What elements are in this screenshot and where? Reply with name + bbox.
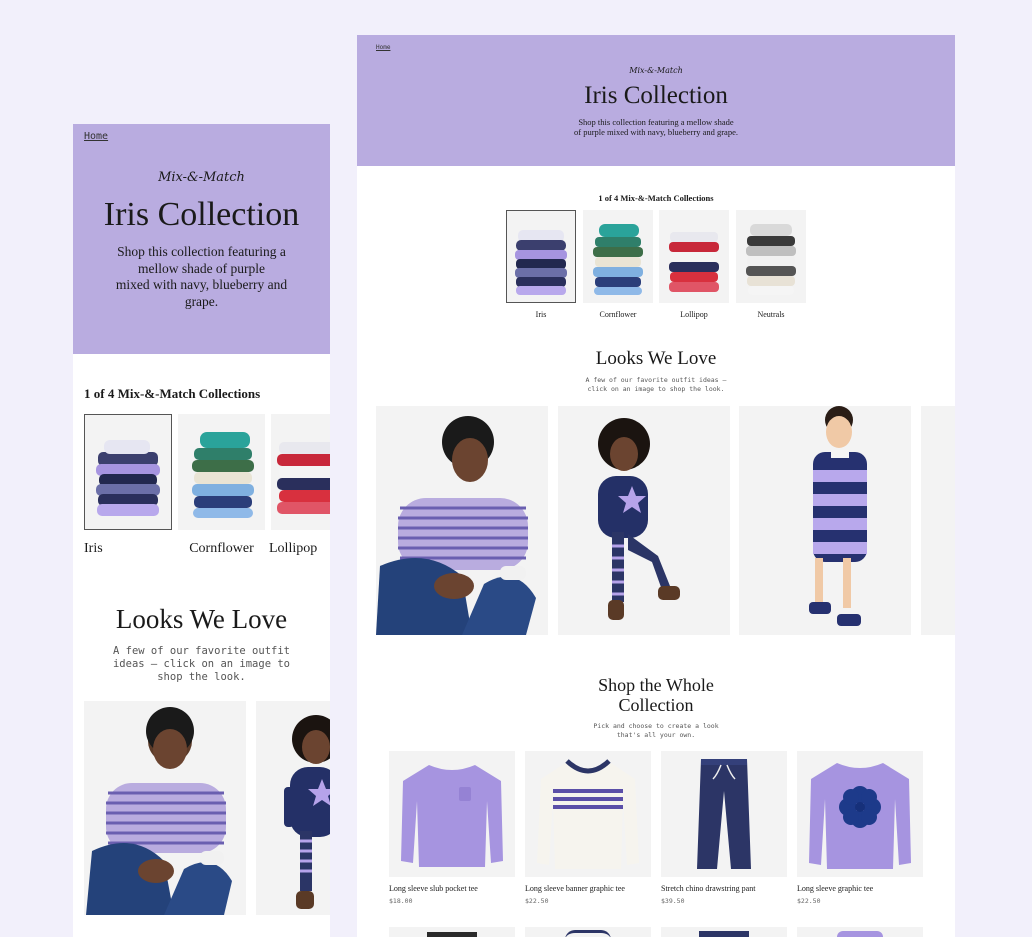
folded-stack-icon	[515, 230, 567, 295]
child-photo-icon	[284, 715, 330, 909]
hero-title: Iris Collection	[584, 82, 728, 109]
breadcrumb-home-link[interactable]: Home	[376, 44, 390, 51]
product-image-next-row[interactable]	[661, 927, 787, 937]
look-image-girl-star[interactable]	[256, 701, 330, 915]
hero-title: Iris Collection	[103, 196, 300, 233]
looks-title: Looks We Love	[115, 604, 288, 634]
collection-label[interactable]: Cornflower	[583, 310, 653, 319]
look-image-boy-striped[interactable]	[84, 701, 246, 915]
hero-intro-line: grape.	[184, 293, 219, 309]
folded-stack-icon	[96, 440, 160, 516]
product-name[interactable]: Long sleeve graphic tee	[797, 884, 873, 893]
product-price: $39.50	[661, 897, 685, 905]
shop-title-line: Shop the Whole	[598, 675, 714, 695]
collection-tile-cornflower[interactable]	[178, 414, 265, 530]
looks-subtitle-line: A few of our favorite outfit ideas —	[585, 376, 727, 384]
collection-tile-cornflower[interactable]	[583, 210, 653, 303]
looks-subtitle-line: A few of our favorite outfit	[112, 645, 290, 657]
looks-title: Looks We Love	[595, 348, 717, 369]
shop-title-line: Collection	[618, 695, 694, 715]
product-name[interactable]: Stretch chino drawstring pant	[661, 884, 755, 893]
tshirt-icon	[537, 759, 639, 869]
child-photo-icon	[86, 707, 232, 915]
hero-intro-line: mixed with navy, blueberry and	[115, 277, 288, 292]
collection-tile-neutrals[interactable]	[736, 210, 806, 303]
looks-subtitle-line: click on an image to shop the look.	[587, 384, 725, 393]
look-image-partial[interactable]	[921, 406, 955, 635]
mobile-hero: Home Mix-&-Match Iris Collection Shop th…	[73, 124, 330, 354]
product-image-next-row[interactable]	[525, 927, 651, 937]
collection-label[interactable]: Cornflower	[176, 541, 267, 557]
folded-stack-icon	[746, 224, 796, 295]
hero-intro: Shop this collection featuring a mellow …	[93, 244, 310, 310]
product-price: $18.00	[389, 897, 413, 905]
product-image-pocket-tee[interactable]	[389, 751, 515, 877]
pants-icon	[697, 759, 751, 869]
hero-kicker: Mix-&-Match	[158, 170, 245, 185]
product-image-banner-tee[interactable]	[525, 751, 651, 877]
collection-tile-iris[interactable]	[506, 210, 576, 303]
collection-tile-lollipop[interactable]	[271, 414, 330, 530]
look-image-girl-star[interactable]	[558, 406, 730, 635]
mobile-frame: Home Mix-&-Match Iris Collection Shop th…	[73, 124, 330, 937]
child-photo-icon	[376, 416, 536, 635]
product-image-chino-pant[interactable]	[661, 751, 787, 877]
collection-label[interactable]: Iris	[506, 310, 576, 319]
shop-subtitle-line: that's all your own.	[616, 730, 696, 739]
shop-title: Shop the Whole Collection	[357, 675, 955, 715]
collection-label[interactable]: Lollipop	[659, 310, 729, 319]
product-price: $22.50	[797, 897, 821, 905]
collection-label[interactable]: Iris	[84, 541, 103, 557]
tshirt-icon	[401, 765, 503, 867]
hero-intro: Shop this collection featuring a mellow …	[357, 117, 955, 137]
product-name[interactable]: Long sleeve slub pocket tee	[389, 884, 478, 893]
collection-label[interactable]: Lollipop	[269, 541, 317, 557]
desktop-hero: Home Mix-&-Match Iris Collection Shop th…	[357, 35, 955, 166]
child-photo-icon	[809, 406, 867, 626]
product-image-next-row[interactable]	[389, 927, 515, 937]
product-image-next-row[interactable]	[797, 927, 923, 937]
looks-subtitle: A few of our favorite outfit ideas — cli…	[357, 376, 955, 393]
collection-tile-lollipop[interactable]	[659, 210, 729, 303]
folded-stack-icon	[669, 232, 719, 292]
folded-stack-icon	[192, 432, 254, 518]
looks-subtitle-line: shop the look.	[157, 671, 246, 683]
collection-label[interactable]: Neutrals	[736, 310, 806, 319]
collections-count: 1 of 4 Mix-&-Match Collections	[84, 386, 261, 401]
hero-intro-line: mellow shade of purple	[137, 260, 266, 276]
product-image-graphic-tee[interactable]	[797, 751, 923, 877]
product-name[interactable]: Long sleeve banner graphic tee	[525, 884, 625, 893]
product-price: $22.50	[525, 897, 549, 905]
collections-count: 1 of 4 Mix-&-Match Collections	[598, 193, 714, 203]
folded-stack-icon	[593, 224, 643, 295]
shop-subtitle: Pick and choose to create a look that's …	[357, 722, 955, 739]
breadcrumb-home-link[interactable]: Home	[84, 131, 108, 142]
look-image-boy-striped[interactable]	[376, 406, 548, 635]
look-image-boy-rugby-dress[interactable]	[739, 406, 911, 635]
looks-subtitle: A few of our favorite outfit ideas — cli…	[73, 645, 330, 684]
hero-kicker: Mix-&-Match	[629, 66, 683, 75]
hero-intro-line: Shop this collection featuring a	[117, 244, 286, 259]
desktop-frame: Home Mix-&-Match Iris Collection Shop th…	[357, 35, 955, 937]
shop-subtitle-line: Pick and choose to create a look	[593, 722, 719, 730]
hero-intro-line: of purple mixed with navy, blueberry and…	[574, 127, 738, 137]
collection-tile-iris[interactable]	[84, 414, 172, 530]
hero-intro-line: Shop this collection featuring a mellow …	[578, 117, 734, 127]
child-photo-icon	[598, 418, 680, 620]
tshirt-icon	[809, 763, 911, 869]
looks-subtitle-line: ideas — click on an image to	[112, 658, 290, 670]
folded-stack-icon	[277, 442, 330, 514]
